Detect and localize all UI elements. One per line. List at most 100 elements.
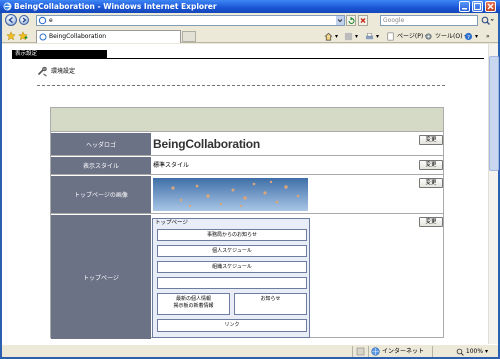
close-button[interactable] (485, 1, 496, 12)
address-toolbar: e Google (2, 13, 498, 28)
page-menu-icon (387, 32, 394, 41)
maximize-icon (473, 2, 482, 11)
address-bar[interactable]: e (36, 15, 345, 26)
help-button[interactable]: ? ▾ (464, 31, 478, 42)
close-icon (487, 3, 494, 10)
gear-icon (425, 33, 432, 40)
section-tabstrip: 表示設定 (12, 50, 484, 59)
portlet-office-notice: 事務局からのお知らせ (157, 229, 307, 241)
toolbar-overflow-button[interactable]: » (486, 31, 490, 42)
change-header-logo-button[interactable]: 変更 (419, 135, 443, 145)
home-button[interactable]: ▾ (324, 31, 338, 42)
portlet-personal-board: 最新の個人情報 掲示板の新着情報 (157, 293, 230, 315)
back-arrow-icon (8, 16, 13, 24)
back-button[interactable] (5, 14, 17, 26)
portlet-personal-info: 最新の個人情報 (175, 296, 211, 302)
settings-tool-icon (37, 66, 47, 77)
top-page-image (153, 178, 308, 211)
portal-title: トップページ (155, 220, 188, 226)
status-bar: インターネット 100% ▾ (2, 344, 498, 357)
change-top-image-button[interactable]: 変更 (419, 178, 443, 188)
ie-logo-icon (3, 2, 12, 11)
top-page-layout-preview: トップページ 事務局からのお知らせ 個人スケジュール 組織スケジュール 最新の個… (152, 218, 310, 338)
page-title: 環境設定 (51, 68, 76, 75)
display-style-row: 表示スタイル 標準スタイル 変更 (51, 157, 443, 175)
refresh-icon (348, 17, 355, 24)
minimize-icon (462, 8, 467, 10)
internet-zone-icon (371, 347, 380, 356)
vertical-scrollbar[interactable] (488, 44, 499, 344)
top-image-row: トップページの画像 変更 (51, 176, 443, 214)
portlet-link: リンク (157, 319, 307, 332)
tools-menu-label: ツール(O) (435, 33, 463, 40)
page-menu[interactable]: ページ(P) ▾ (386, 31, 428, 42)
address-value: e (49, 17, 53, 24)
chevron-down-icon (337, 19, 343, 23)
page-menu-label: ページ(P) (397, 33, 424, 40)
tab-command-bar: BeingCollaboration ▾ ▾ ▾ ページ(P) ▾ ツール(O)… (2, 29, 498, 43)
window-titlebar: BeingCollaboration - Windows Internet Ex… (0, 0, 500, 13)
header-logo-label: ヘッダロゴ (51, 133, 151, 155)
top-image-label: トップページの画像 (51, 176, 151, 213)
header-logo-value: BeingCollaboration (151, 133, 411, 155)
display-style-label: 表示スタイル (51, 157, 151, 174)
change-top-page-button[interactable]: 変更 (419, 217, 443, 227)
protected-mode-icon (356, 347, 365, 356)
zone-label: インターネット (382, 348, 425, 355)
favorites-star-icon[interactable] (6, 31, 16, 41)
zoom-level: 100% (465, 348, 484, 355)
refresh-button[interactable] (346, 15, 356, 26)
print-icon (365, 33, 374, 40)
display-style-value: 標準スタイル (153, 162, 190, 169)
page-icon (38, 16, 47, 25)
portlet-org-schedule: 組織スケジュール (157, 261, 307, 273)
portlet-notice: お知らせ (234, 293, 307, 315)
window-title: BeingCollaboration - Windows Internet Ex… (14, 2, 217, 11)
header-logo-row: ヘッダロゴ BeingCollaboration 変更 (51, 133, 443, 156)
page-viewport: 表示設定 環境設定 ヘッダロゴ BeingCollaboration 変更 表示… (2, 44, 488, 344)
zoom-icon (456, 348, 464, 356)
forward-button[interactable] (19, 15, 29, 25)
browser-client: e Google BeingCollaboration ▾ ▾ ▾ ページ(P)… (2, 13, 499, 357)
svg-text:?: ? (467, 35, 470, 41)
search-input[interactable]: Google (380, 15, 478, 26)
scrollbar-thumb[interactable] (489, 56, 499, 171)
browser-tab[interactable]: BeingCollaboration (36, 30, 181, 43)
status-divider (368, 346, 369, 357)
feeds-icon (344, 32, 353, 41)
feeds-button[interactable]: ▾ (344, 31, 358, 42)
minimize-button[interactable] (459, 1, 470, 12)
portlet-board-info: 掲示板の新着情報 (173, 303, 214, 309)
status-divider (432, 346, 433, 357)
home-icon (324, 32, 333, 41)
top-image-value (151, 176, 411, 213)
section-tab[interactable]: 表示設定 (12, 50, 107, 59)
tools-menu[interactable]: ツール(O) ▾ (424, 31, 467, 42)
heading-divider (37, 85, 445, 86)
status-divider (352, 346, 353, 357)
maximize-button[interactable] (472, 1, 483, 12)
brand-logo-text: BeingCollaboration (153, 137, 261, 151)
settings-panel: ヘッダロゴ BeingCollaboration 変更 表示スタイル 標準スタイ… (50, 107, 444, 339)
address-dropdown-button[interactable] (336, 16, 344, 25)
add-favorite-icon[interactable] (18, 31, 28, 41)
page-icon (39, 33, 47, 41)
portlet-empty-slot (157, 277, 307, 289)
stop-icon (360, 18, 366, 23)
change-display-style-button[interactable]: 変更 (419, 160, 443, 170)
new-tab-button[interactable] (182, 31, 196, 42)
top-page-label: トップページ (51, 215, 151, 339)
stop-button[interactable] (358, 15, 368, 26)
tab-label: BeingCollaboration (49, 33, 107, 40)
search-button[interactable] (480, 15, 494, 26)
portlet-personal-schedule: 個人スケジュール (157, 245, 307, 257)
top-page-row: トップページ トップページ 事務局からのお知らせ 個人スケジュール 組織スケジュ… (51, 215, 443, 339)
forward-arrow-icon (22, 17, 27, 23)
display-style-value-cell: 標準スタイル (151, 157, 411, 174)
search-placeholder: Google (383, 17, 405, 24)
search-icon (481, 16, 494, 25)
panel-header (51, 108, 443, 132)
top-page-value: トップページ 事務局からのお知らせ 個人スケジュール 組織スケジュール 最新の個… (151, 215, 411, 339)
print-button[interactable]: ▾ (365, 31, 379, 42)
zoom-control[interactable]: 100% ▾ (456, 346, 488, 357)
